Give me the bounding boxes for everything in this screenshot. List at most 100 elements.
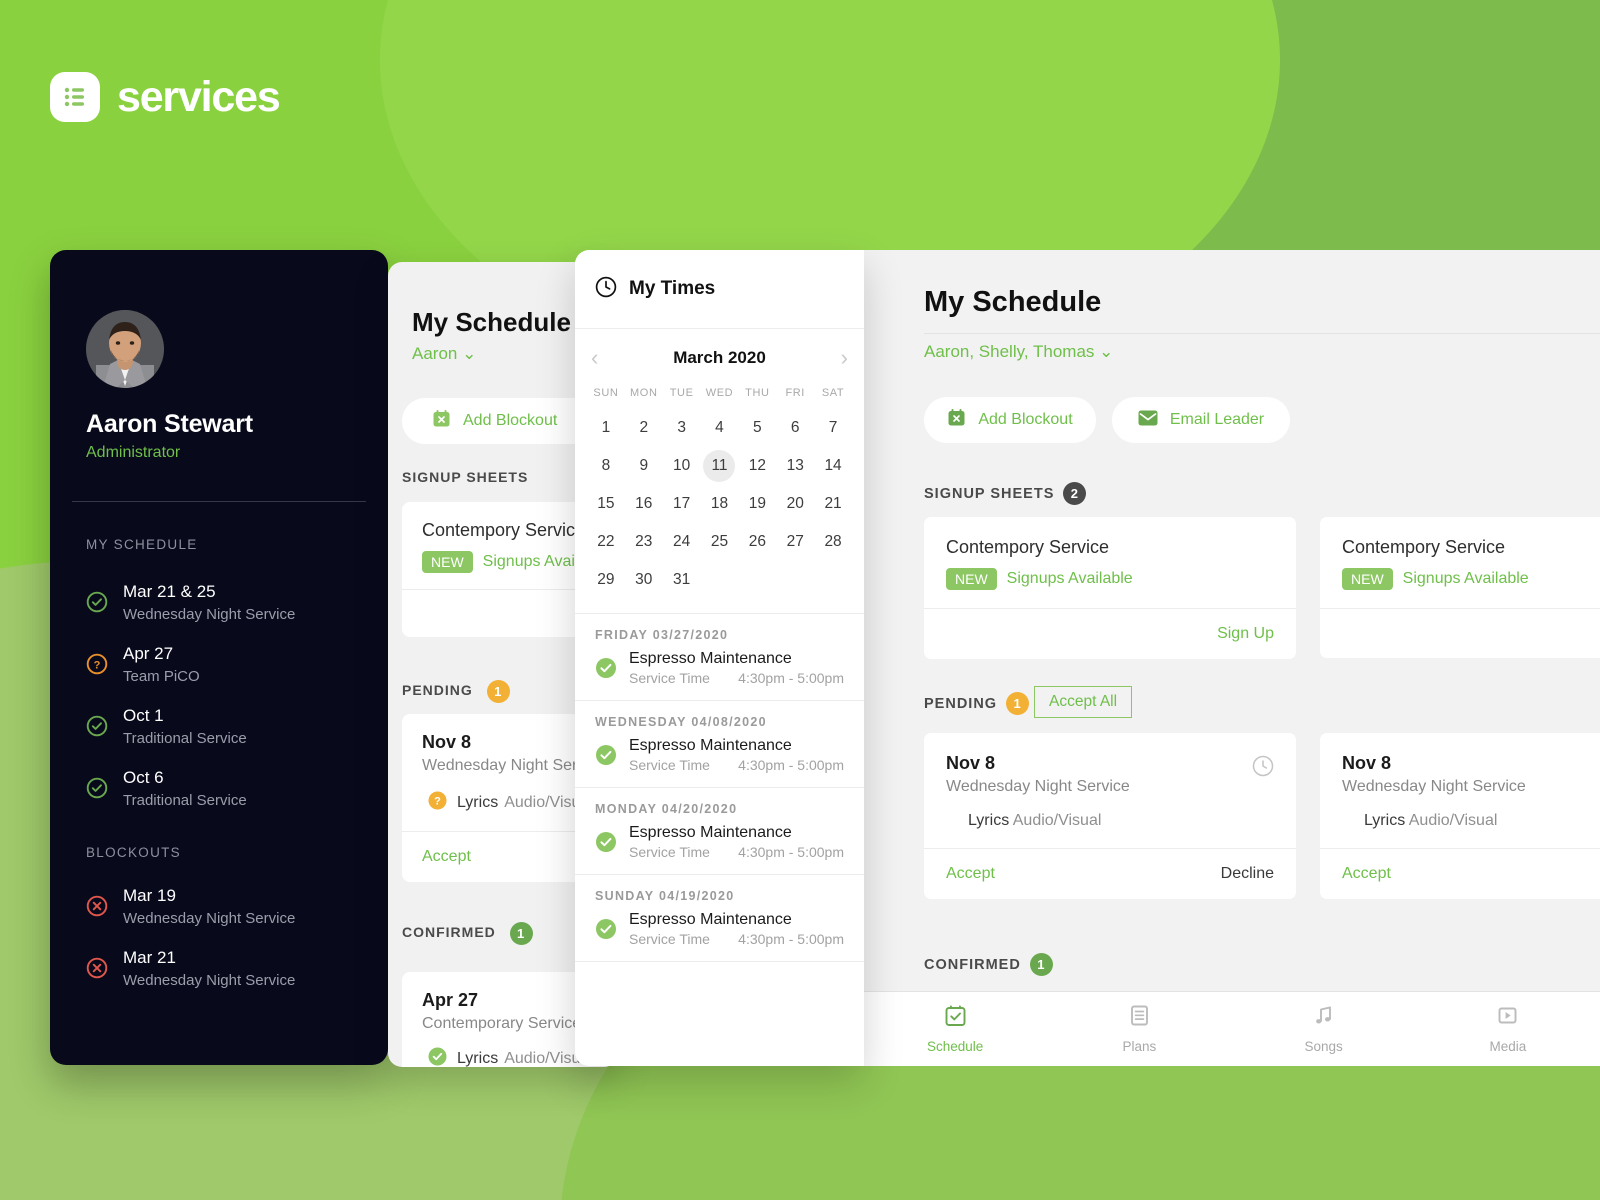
- calendar-day-number: 26: [748, 533, 766, 550]
- calendar-day-number: 9: [639, 457, 649, 474]
- question-circle-icon: ?: [428, 791, 447, 815]
- check-circle-icon: [428, 1047, 447, 1067]
- profile-name: Aaron Stewart: [86, 410, 253, 438]
- blockout-service: Wednesday Night Service: [123, 972, 296, 989]
- calendar-day[interactable]: 11: [701, 447, 739, 485]
- calendar-day[interactable]: 9: [625, 447, 663, 485]
- calendar-day[interactable]: 16: [625, 485, 663, 523]
- tab-songs[interactable]: Songs: [1232, 992, 1416, 1066]
- check-circle-icon: [86, 777, 108, 799]
- profile-role: Administrator: [86, 444, 181, 461]
- check-circle-icon: [86, 591, 108, 613]
- user-selector-label: Aaron: [412, 344, 458, 363]
- profile-panel: Aaron Stewart Administrator MY SCHEDULE …: [50, 250, 388, 1065]
- brand-name: services: [117, 72, 281, 121]
- calendar-day[interactable]: 15: [587, 485, 625, 523]
- confirmed-label: CONFIRMED 1: [402, 922, 533, 945]
- calendar-day-number: 29: [597, 571, 615, 588]
- schedule-date: Oct 6: [123, 768, 164, 787]
- calendar-day-number: 13: [786, 457, 804, 474]
- calendar-day[interactable]: 7: [814, 409, 852, 447]
- calendar-day-number: 30: [635, 571, 653, 588]
- calendar-day-number: 24: [673, 533, 691, 550]
- video-play-icon: [1496, 1004, 1519, 1032]
- tab-label: Songs: [1304, 1039, 1343, 1054]
- schedule-date: Apr 27: [123, 644, 174, 663]
- time-entry-title: Espresso Maintenance: [629, 650, 792, 667]
- calendar-day-number: 17: [673, 495, 691, 512]
- calendar-day[interactable]: 29: [587, 561, 625, 599]
- calendar-navigation: ‹ March 2020 ›: [575, 329, 864, 387]
- accept-button[interactable]: Accept: [422, 848, 471, 865]
- calendar-dow: THU: [745, 387, 770, 399]
- calendar-day-number: 20: [786, 495, 804, 512]
- calendar-day-number: 1: [601, 419, 611, 436]
- chevron-down-icon: ⌄: [462, 344, 477, 363]
- svg-text:?: ?: [434, 796, 441, 808]
- list-item[interactable]: Oct 6 Traditional Service: [86, 768, 366, 830]
- calendar-day[interactable]: 26: [738, 523, 776, 561]
- calendar-day[interactable]: 1: [587, 409, 625, 447]
- calendar-day[interactable]: 22: [587, 523, 625, 561]
- list-item[interactable]: ? Apr 27 Team PiCO: [86, 644, 366, 706]
- list-item[interactable]: Mar 21 Wednesday Night Service: [86, 948, 366, 1010]
- pending-count-badge: 1: [486, 680, 510, 703]
- calendar-day[interactable]: 21: [814, 485, 852, 523]
- time-entry[interactable]: SUNDAY 04/19/2020 Espresso Maintenance Ser…: [575, 875, 864, 962]
- calendar-day[interactable]: 25: [701, 523, 739, 561]
- chevron-right-icon[interactable]: ›: [841, 347, 848, 369]
- tab-media[interactable]: Media: [1416, 992, 1600, 1066]
- calendar-day[interactable]: 3: [663, 409, 701, 447]
- calendar-month-label: March 2020: [673, 348, 766, 367]
- calendar-day[interactable]: 6: [776, 409, 814, 447]
- calendar-day[interactable]: 28: [814, 523, 852, 561]
- calendar-day[interactable]: 2: [625, 409, 663, 447]
- clock-icon: [595, 276, 617, 303]
- calendar-day[interactable]: 10: [663, 447, 701, 485]
- calendar-day[interactable]: 30: [625, 561, 663, 599]
- list-item[interactable]: Oct 1 Traditional Service: [86, 706, 366, 768]
- chevron-left-icon[interactable]: ‹: [591, 347, 598, 369]
- check-circle-filled-icon: [595, 831, 617, 853]
- calendar-day[interactable]: 19: [738, 485, 776, 523]
- calendar-day-number: 3: [677, 419, 686, 436]
- calendar-day[interactable]: 17: [663, 485, 701, 523]
- schedule-service: Traditional Service: [123, 730, 247, 747]
- calendar-day[interactable]: 31: [663, 561, 701, 599]
- main-schedule-panel: Centerville Chruch Schedule Plans Songs …: [863, 250, 1600, 1066]
- calendar-day-number: 12: [748, 457, 766, 474]
- sidebar-section-label-schedule: MY SCHEDULE: [86, 537, 198, 552]
- calendar-day[interactable]: 4: [701, 409, 739, 447]
- pending-text: PENDING: [402, 682, 473, 699]
- calendar-day[interactable]: 12: [738, 447, 776, 485]
- list-item[interactable]: Mar 21 & 25 Wednesday Night Service: [86, 582, 366, 644]
- calendar-day[interactable]: 18: [701, 485, 739, 523]
- blockout-date: Mar 21: [123, 948, 176, 967]
- calendar-day-number: 31: [673, 571, 691, 588]
- sidebar-schedule-list: Mar 21 & 25 Wednesday Night Service ? Ap…: [86, 582, 366, 830]
- tab-plans[interactable]: Plans: [1047, 992, 1231, 1066]
- time-entry[interactable]: WEDNESDAY 04/08/2020 Espresso Maintenance…: [575, 701, 864, 788]
- calendar-day-number: 7: [828, 419, 838, 436]
- calendar-day[interactable]: 23: [625, 523, 663, 561]
- time-entry[interactable]: MONDAY 04/20/2020 Espresso Maintenance Ser…: [575, 788, 864, 875]
- calendar-day[interactable]: 8: [587, 447, 625, 485]
- calendar-day-number: 11: [703, 450, 736, 482]
- calendar-check-icon: [944, 1004, 967, 1032]
- user-selector[interactable]: Aaron ⌄: [412, 344, 476, 364]
- calendar-day[interactable]: 13: [776, 447, 814, 485]
- tab-schedule[interactable]: Schedule: [863, 992, 1047, 1066]
- calendar-day[interactable]: 5: [738, 409, 776, 447]
- brand-logo: services: [50, 72, 281, 122]
- calendar-day-number: 5: [753, 419, 762, 436]
- calendar-day[interactable]: 14: [814, 447, 852, 485]
- calendar-day[interactable]: 20: [776, 485, 814, 523]
- schedule-service: Wednesday Night Service: [123, 606, 296, 623]
- time-entry[interactable]: FRIDAY 03/27/2020 Espresso Maintenance Ser…: [575, 614, 864, 701]
- calendar-day-number: 23: [635, 533, 653, 550]
- calendar-day[interactable]: 27: [776, 523, 814, 561]
- calendar-day-number: 28: [824, 533, 842, 550]
- calendar-day[interactable]: 24: [663, 523, 701, 561]
- list-item[interactable]: Mar 19 Wednesday Night Service: [86, 886, 366, 948]
- calendar-days-grid: 1 2 3 4 5 6 7 8 9 10 11 12 13 14 15 16 17 18 19 20 21 22 23 24 2…: [575, 409, 864, 599]
